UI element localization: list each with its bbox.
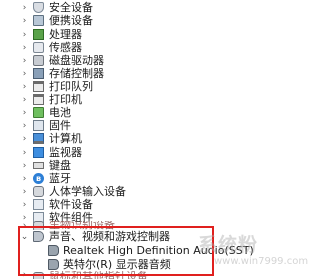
keyboard-icon [33,162,44,169]
software-device-icon [33,199,44,210]
watermark-url: www.win7999.com [214,256,309,267]
shield-icon [33,2,44,13]
tree-item-label: 计算机 [49,132,82,145]
highlight-box [18,226,214,276]
tree-item-label: 便携设备 [49,14,93,27]
print-queue-icon [33,81,44,92]
tree-item-computer[interactable]: › 计算机 [0,131,325,146]
sensor-icon [33,42,44,53]
storage-controller-icon [33,68,44,79]
bluetooth-icon: ʙ [33,173,44,184]
printer-icon [33,94,44,105]
hid-icon [33,186,44,197]
battery-icon [33,107,44,118]
tree-item-portable-devices[interactable]: › 便携设备 [0,13,325,28]
processor-icon [33,29,44,40]
chevron-right-icon[interactable]: › [20,131,29,146]
monitor-icon [33,147,44,158]
firmware-icon [33,120,44,131]
computer-icon [33,133,44,144]
disk-drive-icon [33,55,44,66]
portable-device-icon [33,15,44,26]
watermark: 系统粉 [198,234,259,256]
chevron-right-icon[interactable]: › [20,13,29,28]
